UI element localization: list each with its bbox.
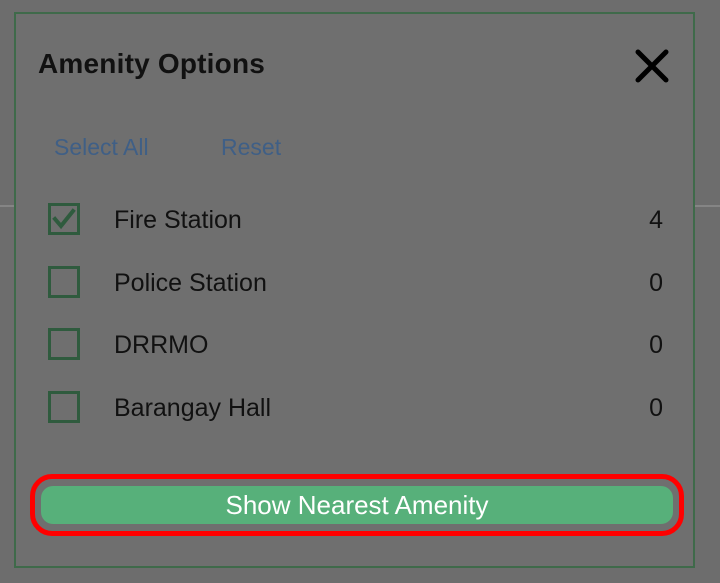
- checkbox-fire-station[interactable]: [48, 203, 80, 235]
- checkbox-barangay-hall[interactable]: [48, 391, 80, 423]
- amenity-count: 0: [649, 269, 663, 297]
- checkbox-police-station[interactable]: [48, 266, 80, 298]
- amenity-label: Barangay Hall: [114, 394, 272, 422]
- amenity-options-dialog: Amenity Options Select All Reset Fire St…: [14, 12, 695, 568]
- amenity-row-police-station[interactable]: Police Station 0: [16, 257, 693, 307]
- dialog-title: Amenity Options: [38, 48, 266, 79]
- action-button-highlight: Show Nearest Amenity: [30, 474, 684, 536]
- amenity-label: Police Station: [114, 269, 267, 297]
- close-icon: [635, 49, 669, 83]
- amenity-count: 0: [649, 331, 663, 359]
- amenity-label: Fire Station: [114, 206, 242, 234]
- amenity-count: 0: [649, 394, 663, 422]
- amenity-row-barangay-hall[interactable]: Barangay Hall 0: [16, 382, 693, 432]
- amenity-count: 4: [649, 206, 663, 234]
- select-all-link[interactable]: Select All: [54, 134, 149, 161]
- amenity-row-drrmo[interactable]: DRRMO 0: [16, 319, 693, 369]
- show-nearest-amenity-button[interactable]: Show Nearest Amenity: [41, 486, 673, 524]
- checkbox-drrmo[interactable]: [48, 328, 80, 360]
- reset-link[interactable]: Reset: [221, 134, 281, 161]
- close-button[interactable]: [632, 46, 672, 86]
- amenity-row-fire-station[interactable]: Fire Station 4: [16, 194, 693, 244]
- amenity-label: DRRMO: [114, 331, 209, 359]
- check-icon: [52, 208, 76, 230]
